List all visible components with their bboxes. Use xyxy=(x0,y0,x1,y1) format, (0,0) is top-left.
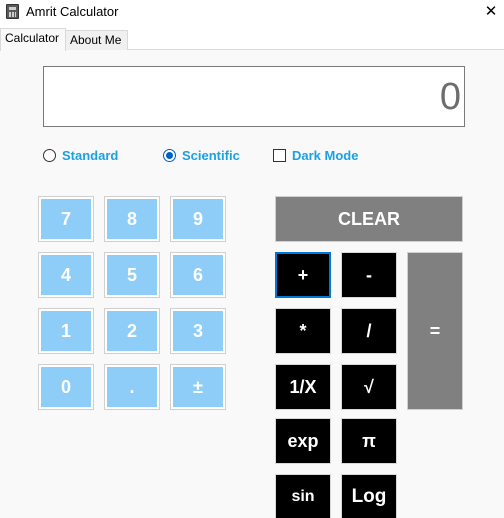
digit-3-button[interactable]: 3 xyxy=(170,308,226,354)
standard-mode-label: Standard xyxy=(62,148,119,163)
pi-button[interactable]: π xyxy=(341,418,397,464)
log-button[interactable]: Log xyxy=(341,474,397,518)
clear-button[interactable]: CLEAR xyxy=(275,196,463,242)
tab-strip: Calculator About Me xyxy=(0,28,504,51)
checkbox-unchecked-icon xyxy=(273,149,286,162)
digit-0-button[interactable]: 0 xyxy=(38,364,94,410)
exp-button[interactable]: exp xyxy=(275,418,331,464)
digit-9-button[interactable]: 9 xyxy=(170,196,226,242)
dark-mode-label: Dark Mode xyxy=(292,148,359,163)
digit-1-button[interactable]: 1 xyxy=(38,308,94,354)
close-button[interactable]: ✕ xyxy=(478,0,504,24)
multiply-button[interactable]: * xyxy=(275,308,331,354)
window-title: Amrit Calculator xyxy=(26,4,119,19)
radio-checked-icon xyxy=(163,149,176,162)
calculator-icon xyxy=(6,4,19,19)
scientific-mode-label: Scientific xyxy=(182,148,240,163)
result-display: 0 xyxy=(43,66,465,127)
radio-unchecked-icon xyxy=(43,149,56,162)
digit-5-button[interactable]: 5 xyxy=(104,252,160,298)
digit-2-button[interactable]: 2 xyxy=(104,308,160,354)
plus-minus-button[interactable]: ± xyxy=(170,364,226,410)
add-button[interactable]: + xyxy=(275,252,331,298)
digit-6-button[interactable]: 6 xyxy=(170,252,226,298)
equals-button[interactable]: = xyxy=(407,252,463,410)
digit-4-button[interactable]: 4 xyxy=(38,252,94,298)
digit-7-button[interactable]: 7 xyxy=(38,196,94,242)
subtract-button[interactable]: - xyxy=(341,252,397,298)
decimal-point-button[interactable]: . xyxy=(104,364,160,410)
tab-about-me[interactable]: About Me xyxy=(65,30,128,50)
digit-8-button[interactable]: 8 xyxy=(104,196,160,242)
divide-button[interactable]: / xyxy=(341,308,397,354)
display-value: 0 xyxy=(439,76,461,118)
tab-calculator[interactable]: Calculator xyxy=(0,28,66,51)
square-root-button[interactable]: √ xyxy=(341,364,397,410)
reciprocal-button[interactable]: 1/X xyxy=(275,364,331,410)
sin-button[interactable]: sin xyxy=(275,474,331,518)
title-bar: Amrit Calculator ✕ xyxy=(0,0,504,24)
